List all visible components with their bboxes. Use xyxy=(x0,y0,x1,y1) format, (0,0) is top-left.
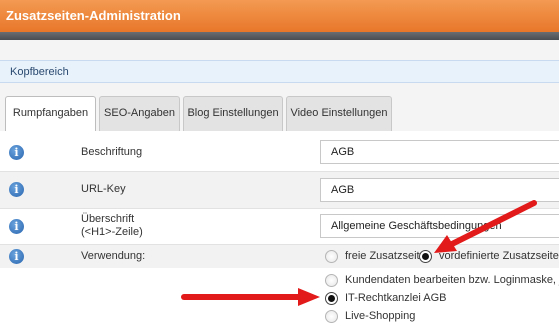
ueberschrift-input[interactable]: Allgemeine Geschäftsbedingungen xyxy=(320,214,559,238)
beschriftung-label: Beschriftung xyxy=(81,146,143,158)
window-title: Zusatzseiten-Administration xyxy=(6,8,181,23)
radio-freie-zusatzseite[interactable] xyxy=(325,250,338,263)
form-row-ueberschrift: i Überschrift (<H1>-Zeile) Allgemeine Ge… xyxy=(0,209,559,244)
beschriftung-input[interactable]: AGB xyxy=(320,140,559,164)
info-icon[interactable]: i xyxy=(9,182,24,197)
header-strip xyxy=(0,32,559,40)
form-row-beschriftung: i Beschriftung AGB xyxy=(0,131,559,171)
url-key-label: URL-Key xyxy=(81,183,126,195)
tab-blog-einstellungen[interactable]: Blog Einstellungen xyxy=(183,96,283,131)
ueberschrift-label: Überschrift xyxy=(81,213,135,225)
info-icon[interactable]: i xyxy=(9,249,24,264)
spacer xyxy=(0,40,559,60)
ueberschrift-sublabel: (<H1>-Zeile) xyxy=(81,226,143,238)
tab-rumpfangaben[interactable]: Rumpfangaben xyxy=(5,96,96,132)
radio-live-shopping[interactable] xyxy=(325,310,338,323)
tab-video-einstellungen[interactable]: Video Einstellungen xyxy=(286,96,392,131)
tab-seo-angaben[interactable]: SEO-Angaben xyxy=(99,96,180,131)
form-row-verwendung: i Verwendung: freie Zusatzseite vordefin… xyxy=(0,245,559,268)
info-icon[interactable]: i xyxy=(9,145,24,160)
radio-vordefinierte-zusatzseite-label[interactable]: vordefinierte Zusatzseite xyxy=(439,250,559,262)
radio-freie-zusatzseite-label[interactable]: freie Zusatzseite xyxy=(345,250,426,262)
verwendung-label: Verwendung: xyxy=(81,250,146,262)
radio-it-rechtkanzlei-agb[interactable] xyxy=(325,292,338,305)
radio-it-rechtkanzlei-agb-label[interactable]: IT-Rechtkanzlei AGB xyxy=(345,292,447,304)
radio-kundendaten-label[interactable]: Kundendaten bearbeiten bzw. Loginmaske, … xyxy=(345,274,559,286)
title-bar: Zusatzseiten-Administration xyxy=(0,0,559,32)
radio-vordefinierte-zusatzseite[interactable] xyxy=(419,250,432,263)
radio-live-shopping-label[interactable]: Live-Shopping xyxy=(345,310,415,322)
form-row-url-key: i URL-Key AGB xyxy=(0,172,559,208)
radio-kundendaten[interactable] xyxy=(325,274,338,287)
section-label: Kopfbereich xyxy=(10,66,69,78)
predefined-page-list: Kundendaten bearbeiten bzw. Loginmaske, … xyxy=(0,268,559,327)
url-key-input[interactable]: AGB xyxy=(320,178,559,202)
section-header[interactable]: Kopfbereich xyxy=(0,60,559,83)
info-icon[interactable]: i xyxy=(9,219,24,234)
page: Zusatzseiten-Administration Kopfbereich … xyxy=(0,0,559,327)
tab-bar: Rumpfangaben SEO-Angaben Blog Einstellun… xyxy=(0,83,559,132)
